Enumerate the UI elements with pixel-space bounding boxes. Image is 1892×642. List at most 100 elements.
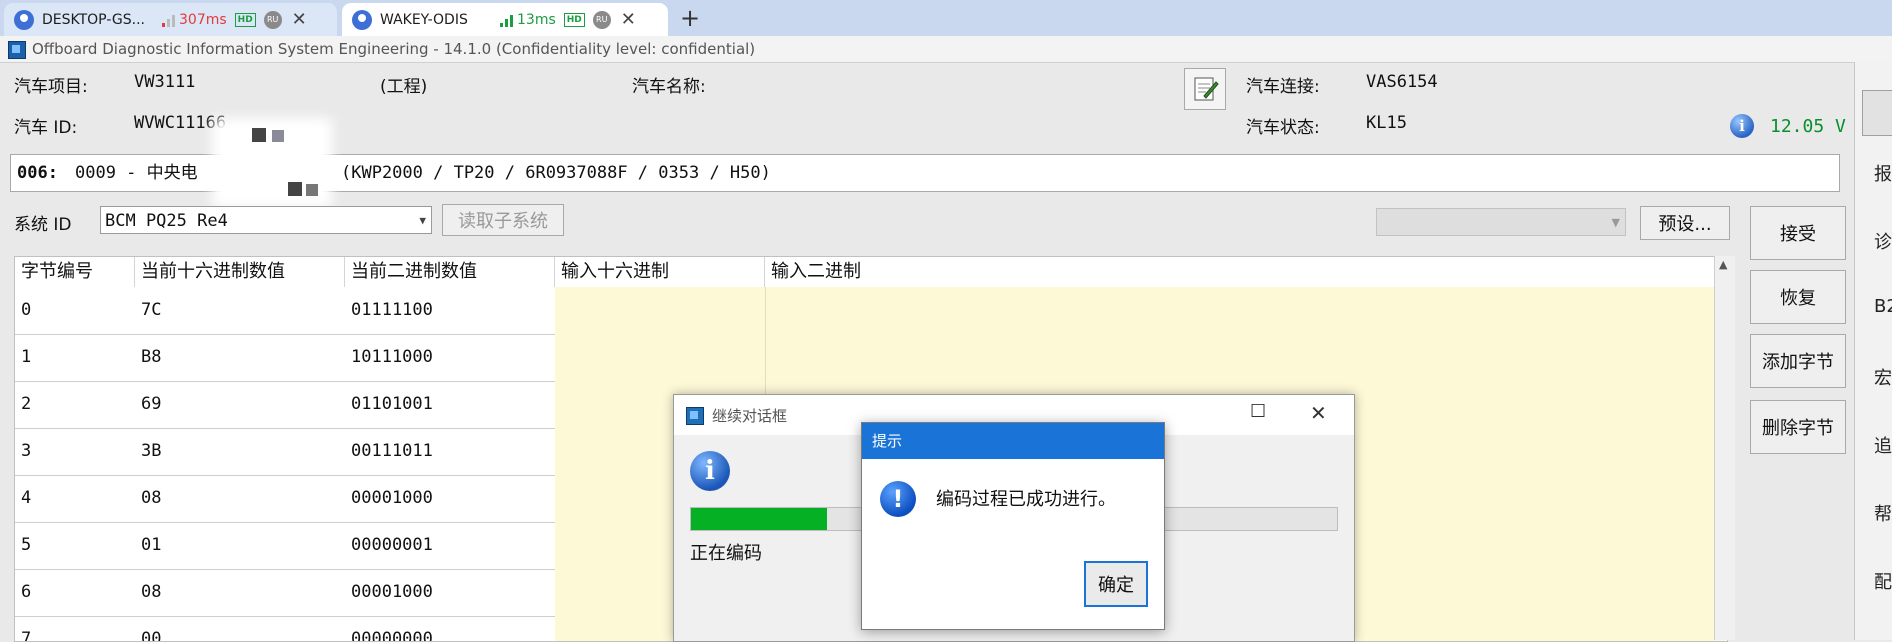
maximize-icon[interactable]: ☐ — [1250, 401, 1266, 422]
voltage-value: 12.05 V — [1770, 116, 1846, 137]
binary-value: 00001000 — [351, 488, 433, 508]
vehicle-id-label: 汽车 ID: — [14, 118, 78, 138]
side-menu-item[interactable]: 追 — [1874, 432, 1892, 458]
signal-bars-icon — [162, 13, 176, 27]
column-header: 当前二进制数值 — [345, 257, 555, 287]
hex-value: 7C — [141, 300, 162, 320]
binary-value: 00001000 — [351, 582, 433, 602]
dialog-title: 继续对话框 — [712, 407, 788, 425]
binary-value: 01101001 — [351, 394, 433, 414]
hex-value: 01 — [141, 535, 162, 555]
redaction-block — [288, 182, 302, 196]
byte-number: 6 — [21, 582, 32, 602]
byte-number: 1 — [21, 347, 32, 367]
table-row[interactable]: 0 7C 01111100 — [15, 287, 555, 335]
side-menu-item[interactable]: 诊 — [1874, 228, 1892, 254]
signal-bars-icon — [500, 13, 514, 27]
add-byte-button[interactable]: 添加字节 — [1750, 334, 1846, 388]
side-menu-item[interactable]: 帮 — [1874, 500, 1892, 526]
table-row[interactable]: 7 00 00000000 — [15, 616, 555, 642]
column-header: 字节编号 — [15, 257, 135, 287]
hex-value: 3B — [141, 441, 162, 461]
preset-button[interactable]: 预设... — [1640, 206, 1730, 240]
progress-status: 正在编码 — [690, 543, 762, 564]
column-header: 输入十六进制 — [555, 257, 765, 287]
byte-number: 3 — [21, 441, 32, 461]
table-row[interactable]: 2 69 01101001 — [15, 381, 555, 429]
connection-value: VAS6154 — [1366, 72, 1438, 92]
byte-number: 2 — [21, 394, 32, 414]
vehicle-name-label: 汽车名称: — [632, 77, 706, 97]
table-row[interactable]: 5 01 00000001 — [15, 522, 555, 570]
close-icon[interactable]: ✕ — [1310, 401, 1327, 425]
table-row[interactable]: 4 08 00001000 — [15, 475, 555, 523]
binary-value: 00000000 — [351, 629, 433, 642]
odis-app-icon — [686, 407, 704, 425]
side-menu-panel — [1854, 62, 1892, 640]
browser-tab-desktop[interactable]: DESKTOP-GS... 307ms HD RU ✕ — [4, 3, 337, 36]
info-icon[interactable]: i — [1730, 114, 1754, 138]
browser-tab-bar: DESKTOP-GS... 307ms HD RU ✕ WAKEY-ODIS 1… — [0, 0, 1892, 36]
user-icon — [352, 9, 372, 30]
ping-value: 307ms — [179, 11, 227, 28]
prompt-dialog: 提示 ! 编码过程已成功进行。 确定 — [861, 422, 1165, 630]
prompt-message: 编码过程已成功进行。 — [936, 489, 1116, 510]
table-scrollbar[interactable]: ▲ — [1714, 256, 1735, 640]
hex-value: B8 — [141, 347, 162, 367]
redaction-block — [252, 128, 266, 142]
hex-value: 00 — [141, 629, 162, 642]
byte-number: 5 — [21, 535, 32, 555]
side-menu-item[interactable]: B2 — [1874, 296, 1892, 317]
exclamation-icon: ! — [880, 481, 916, 517]
side-menu-item[interactable]: 宏 — [1874, 364, 1892, 390]
info-icon: i — [690, 451, 730, 491]
close-tab-icon[interactable]: ✕ — [621, 9, 636, 30]
scroll-up-icon[interactable]: ▲ — [1719, 258, 1727, 271]
app-title-bar: Offboard Diagnostic Information System E… — [0, 36, 1892, 63]
table-row[interactable]: 3 3B 00111011 — [15, 428, 555, 476]
table-row[interactable]: 1 B8 10111000 — [15, 334, 555, 382]
table-row[interactable]: 6 08 00001000 — [15, 569, 555, 617]
prompt-title: 提示 — [862, 423, 1164, 459]
binary-value: 01111100 — [351, 300, 433, 320]
redaction-block — [272, 130, 284, 142]
tab-title: DESKTOP-GS... — [42, 11, 145, 28]
browser-tab-wakey-odis[interactable]: WAKEY-ODIS 13ms HD RU ✕ — [342, 3, 668, 36]
system-id-value: BCM PQ25 Re4 — [105, 211, 228, 231]
read-subsystem-button[interactable]: 读取子系统 — [442, 204, 564, 236]
restore-button[interactable]: 恢复 — [1750, 270, 1846, 324]
column-header: 当前十六进制数值 — [135, 257, 345, 287]
system-id-label: 系统 ID — [14, 215, 72, 235]
delete-byte-button[interactable]: 删除字节 — [1750, 400, 1846, 454]
hex-value: 69 — [141, 394, 162, 414]
side-menu-item[interactable]: 报 — [1874, 160, 1892, 186]
ecu-address: 006: — [17, 163, 58, 183]
project-value: VW3111 — [134, 72, 196, 92]
accept-button[interactable]: 接受 — [1750, 206, 1846, 260]
ecu-name: 0009 - 中央电 — [75, 163, 198, 183]
vehicle-status-value: KL15 — [1366, 113, 1407, 133]
app-title: Offboard Diagnostic Information System E… — [32, 40, 756, 58]
binary-value: 00000001 — [351, 535, 433, 555]
preset-select[interactable]: ▼ — [1376, 208, 1626, 236]
byte-number: 7 — [21, 629, 32, 642]
hd-badge: HD — [234, 12, 256, 27]
chevron-down-icon: ▼ — [1611, 216, 1620, 229]
hex-value: 08 — [141, 488, 162, 508]
hd-badge: HD — [563, 12, 585, 27]
side-menu-item[interactable]: 配 — [1874, 568, 1892, 594]
close-tab-icon[interactable]: ✕ — [292, 9, 307, 30]
new-tab-button[interactable]: + — [680, 4, 700, 32]
system-id-select[interactable]: BCM PQ25 Re4 ▼ — [100, 206, 432, 234]
diagnostic-icon[interactable] — [1862, 90, 1892, 136]
progress-fill — [691, 508, 827, 530]
column-header: 输入二进制 — [765, 257, 1725, 287]
notes-button[interactable] — [1184, 68, 1226, 110]
ok-button[interactable]: 确定 — [1084, 561, 1148, 607]
hex-value: 08 — [141, 582, 162, 602]
user-icon — [14, 9, 34, 30]
binary-value: 10111000 — [351, 347, 433, 367]
project-note: (工程) — [380, 77, 428, 97]
byte-number: 0 — [21, 300, 32, 320]
byte-number: 4 — [21, 488, 32, 508]
